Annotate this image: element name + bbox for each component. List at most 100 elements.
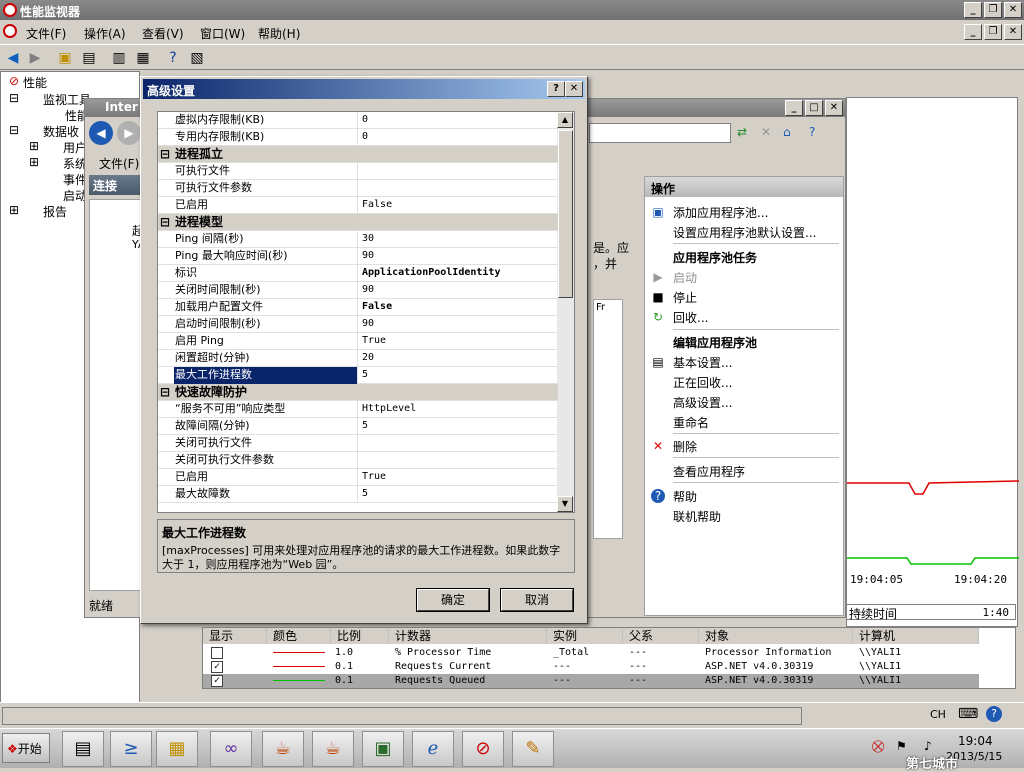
keyboard-icon[interactable]: ⌨ xyxy=(958,706,978,722)
iis-file-menu[interactable]: 文件(F) xyxy=(99,155,139,172)
properties-icon[interactable]: ▥ xyxy=(110,49,128,67)
restore-button[interactable]: ❐ xyxy=(984,2,1002,18)
property-row[interactable]: 专用内存限制(KB) 0 xyxy=(158,129,558,146)
expand-icon[interactable]: ⊟ xyxy=(9,123,19,137)
property-value[interactable]: 90 xyxy=(362,282,374,298)
up-folder-icon[interactable]: ▣ xyxy=(56,49,74,67)
show-checkbox[interactable] xyxy=(211,647,223,659)
add-app-pool-link[interactable]: 添加应用程序池... xyxy=(673,204,768,221)
property-scrollbar[interactable]: ▲ ▼ xyxy=(557,112,574,512)
property-value[interactable]: 20 xyxy=(362,350,374,366)
start-button[interactable]: ❖开始 xyxy=(2,733,50,763)
tray-volume-icon[interactable]: ♪ xyxy=(924,739,932,753)
recycling-link[interactable]: 正在回收... xyxy=(673,374,732,391)
property-value[interactable]: False xyxy=(362,299,392,315)
rename-link[interactable]: 重命名 xyxy=(673,414,709,431)
dialog-help-button[interactable]: ? xyxy=(547,81,565,97)
taskbar-ie[interactable]: ℯ xyxy=(412,731,454,767)
scroll-up-button[interactable]: ▲ xyxy=(557,112,573,128)
property-value[interactable]: HttpLevel xyxy=(362,401,416,417)
property-value[interactable]: 0 xyxy=(362,129,368,145)
taskbar-powershell[interactable]: ≥ xyxy=(110,731,152,767)
tray-flag-icon[interactable]: ⚑ xyxy=(896,739,907,753)
stop-link[interactable]: 停止 xyxy=(673,289,697,306)
legend-row[interactable]: ✓ 0.1 Requests Current --- --- ASP.NET v4.0.3… xyxy=(203,660,979,674)
property-value[interactable]: True xyxy=(362,333,386,349)
property-row[interactable]: “服务不可用”响应类型 HttpLevel xyxy=(158,401,558,418)
expand-icon[interactable]: ⊞ xyxy=(29,155,39,169)
taskbar-visual-studio[interactable]: ∞ xyxy=(210,731,252,767)
legend-header[interactable]: 对象 xyxy=(699,628,853,644)
property-category[interactable]: ⊟ 进程孤立 xyxy=(158,146,558,163)
property-row[interactable]: 关闭可执行文件参数 xyxy=(158,452,558,469)
legend-row[interactable]: ✓ 0.1 Requests Queued --- --- ASP.NET v4.0.30… xyxy=(203,674,979,688)
scroll-thumb[interactable] xyxy=(558,130,573,298)
tree-data-collector[interactable]: 数据收 xyxy=(43,123,79,140)
legend-header[interactable]: 计算机 xyxy=(853,628,979,644)
close-button[interactable]: ✕ xyxy=(1004,2,1022,18)
show-checkbox[interactable]: ✓ xyxy=(211,661,223,673)
app-menu-icon[interactable] xyxy=(3,24,17,38)
taskbar-java-1[interactable]: ☕ xyxy=(262,731,304,767)
ime-help-icon[interactable]: ? xyxy=(986,706,1002,722)
recycle-link[interactable]: 回收... xyxy=(673,309,708,326)
iis-forward-icon[interactable]: ▶ xyxy=(117,121,141,145)
property-row[interactable]: 故障间隔(分钟) 5 xyxy=(158,418,558,435)
property-value[interactable]: True xyxy=(362,469,386,485)
help-link[interactable]: 帮助 xyxy=(673,488,697,505)
property-category[interactable]: ⊟ 快速故障防护 xyxy=(158,384,558,401)
child-close-button[interactable]: ✕ xyxy=(1004,24,1022,40)
property-row[interactable]: 启用 Ping True xyxy=(158,333,558,350)
legend-header[interactable]: 父系 xyxy=(623,628,699,644)
minimize-button[interactable]: _ xyxy=(964,2,982,18)
legend-header[interactable]: 计数器 xyxy=(389,628,547,644)
print-icon[interactable]: ▦ xyxy=(134,49,152,67)
refresh-icon[interactable]: ⇄ xyxy=(737,125,747,139)
iis-maximize-button[interactable]: □ xyxy=(805,100,823,116)
property-value[interactable]: 5 xyxy=(362,486,368,502)
forward-icon[interactable]: ▶ xyxy=(26,49,44,67)
cancel-button[interactable]: 取消 xyxy=(500,588,574,612)
legend-header[interactable]: 显示 xyxy=(203,628,267,644)
basic-settings-link[interactable]: 基本设置... xyxy=(673,354,732,371)
ime-indicator[interactable]: CH xyxy=(930,708,946,721)
property-row[interactable]: 闲置超时(分钟) 20 xyxy=(158,350,558,367)
expand-icon[interactable]: ⊞ xyxy=(29,139,39,153)
collapse-icon[interactable]: ⊟ xyxy=(160,384,170,400)
legend-header[interactable]: 比例 xyxy=(331,628,389,644)
property-row[interactable]: Ping 最大响应时间(秒) 90 xyxy=(158,248,558,265)
property-row[interactable]: 最大故障数 5 xyxy=(158,486,558,503)
taskbar-paint[interactable]: ✎ xyxy=(512,731,554,767)
property-row[interactable]: 可执行文件 xyxy=(158,163,558,180)
collapse-icon[interactable]: ⊟ xyxy=(160,214,170,230)
taskbar-server-manager[interactable]: ▤ xyxy=(62,731,104,767)
property-row[interactable]: 已启用 False xyxy=(158,197,558,214)
menu-window[interactable]: 窗口(W) xyxy=(200,25,245,42)
tree-reports[interactable]: 报告 xyxy=(43,203,67,220)
ok-button[interactable]: 确定 xyxy=(416,588,490,612)
taskbar-perfmon[interactable]: ⊘ xyxy=(462,731,504,767)
property-row[interactable]: 已启用 True xyxy=(158,469,558,486)
taskbar-explorer[interactable]: ▦ xyxy=(156,731,198,767)
menu-help[interactable]: 帮助(H) xyxy=(258,25,300,42)
property-value[interactable]: 0 xyxy=(362,112,368,128)
start-link[interactable]: 启动 xyxy=(673,269,697,286)
set-pool-defaults-link[interactable]: 设置应用程序池默认设置... xyxy=(673,224,816,241)
property-row[interactable]: 关闭可执行文件 xyxy=(158,435,558,452)
expand-icon[interactable]: ⊟ xyxy=(9,91,19,105)
expand-icon[interactable]: ⊞ xyxy=(9,203,19,217)
back-icon[interactable]: ◀ xyxy=(4,49,22,67)
property-row[interactable]: 最大工作进程数 5 xyxy=(158,367,558,384)
legend-header[interactable]: 颜色 xyxy=(267,628,331,644)
menu-action[interactable]: 操作(A) xyxy=(84,25,126,42)
menu-view[interactable]: 查看(V) xyxy=(142,25,184,42)
property-value[interactable]: 5 xyxy=(362,367,368,383)
collapse-icon[interactable]: ⊟ xyxy=(160,146,170,162)
view-icon[interactable]: ▧ xyxy=(188,49,206,67)
property-value[interactable]: ApplicationPoolIdentity xyxy=(362,265,500,281)
property-value[interactable]: 5 xyxy=(362,418,368,434)
property-row[interactable]: 标识 ApplicationPoolIdentity xyxy=(158,265,558,282)
tray-network-icon[interactable]: ⛒ xyxy=(872,739,884,754)
property-row[interactable]: 关闭时间限制(秒) 90 xyxy=(158,282,558,299)
stop-icon[interactable]: ✕ xyxy=(761,125,771,139)
